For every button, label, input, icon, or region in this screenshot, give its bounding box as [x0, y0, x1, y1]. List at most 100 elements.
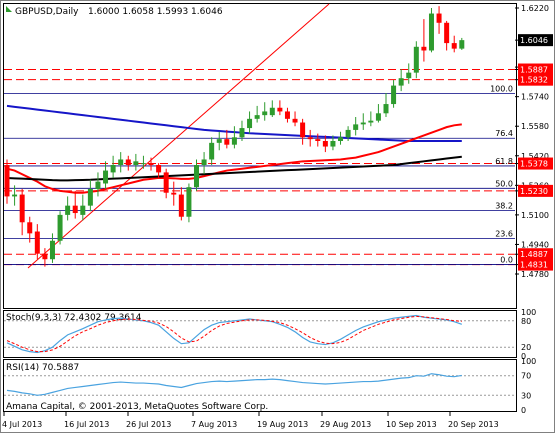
candle-body — [322, 141, 328, 147]
candle-body — [444, 22, 450, 44]
candle-body — [194, 165, 199, 188]
price-label: 1.5740 — [521, 93, 549, 102]
candle-body — [87, 189, 93, 206]
candle-body — [436, 13, 442, 23]
candle-body — [140, 163, 146, 165]
date-label: 7 Aug 2013 — [191, 420, 237, 429]
candle-body — [65, 205, 71, 215]
mt4-chart-window[interactable]: GBPUSD,Daily 1.6000 1.6058 1.5993 1.6046… — [0, 0, 555, 433]
fib-label: 61.8 — [495, 157, 513, 166]
candle-body — [178, 194, 184, 217]
price-tag-label: 1.5832 — [520, 76, 548, 85]
candle-body — [72, 205, 78, 214]
candle-body — [171, 192, 177, 195]
candle-body — [315, 139, 321, 141]
date-label: 20 Sep 2013 — [448, 420, 499, 429]
copyright-text: Amana Capital, © 2001-2013, MetaQuotes S… — [6, 402, 268, 412]
candle-body — [57, 214, 63, 241]
candle-body — [338, 137, 344, 141]
candle-body — [125, 159, 131, 166]
date-label: 19 Aug 2013 — [257, 420, 308, 429]
date-label: 10 Sep 2013 — [386, 420, 437, 429]
candle-body — [110, 165, 116, 173]
chart-header: GBPUSD,Daily 1.6000 1.6058 1.5993 1.6046 — [6, 6, 223, 17]
rsi-axis-label: 100 — [521, 357, 536, 366]
candle-body — [375, 113, 381, 121]
price-tag-label: 1.6046 — [520, 36, 548, 45]
candle-body — [406, 72, 412, 79]
candle-body — [421, 46, 427, 51]
candle-body — [277, 107, 283, 112]
candle-body — [398, 78, 404, 86]
candle-body — [360, 122, 366, 125]
candle-body — [103, 170, 109, 184]
fib-label: 50.0 — [495, 179, 513, 188]
rsi-axis-label: 30 — [521, 391, 531, 400]
candle-body — [262, 111, 268, 116]
candle-body — [80, 205, 86, 215]
price-tag-label: 1.5887 — [520, 66, 548, 75]
candle-body — [209, 142, 215, 160]
candle-body — [368, 120, 374, 123]
price-label: 1.5100 — [521, 211, 549, 220]
date-label: 16 Jul 2013 — [64, 420, 109, 429]
candle-body — [345, 129, 351, 138]
candle-body — [163, 172, 169, 193]
candle-body — [239, 128, 245, 138]
candle-body — [148, 163, 154, 166]
date-label: 26 Jul 2013 — [126, 420, 171, 429]
price-label: 1.6220 — [521, 4, 549, 13]
price-label: 1.4780 — [521, 270, 549, 279]
candle-body — [156, 165, 162, 173]
candle-body — [413, 46, 419, 73]
candle-body — [300, 122, 306, 138]
rsi-title: RSI(14) 70.5887 — [6, 363, 79, 373]
main-price-pane[interactable] — [3, 3, 517, 309]
candle-body — [428, 13, 434, 51]
candle-body — [307, 137, 313, 140]
date-label: 29 Aug 2013 — [320, 420, 371, 429]
candle-body — [186, 187, 192, 217]
candle-body — [49, 240, 55, 260]
price-tag-label: 1.4831 — [520, 261, 548, 270]
candle-body — [118, 159, 124, 166]
candle-body — [459, 40, 465, 49]
date-label: 4 Jul 2013 — [2, 420, 42, 429]
candle-body — [19, 194, 25, 223]
stoch-axis-label: 100 — [521, 308, 536, 317]
candle-body — [292, 118, 298, 123]
candle-body — [254, 115, 260, 119]
symbol-header: GBPUSD,Daily — [15, 7, 79, 17]
candle-body — [353, 124, 359, 130]
fib-label: 23.6 — [495, 229, 513, 238]
candle-body — [4, 165, 10, 197]
price-tag-label: 1.4887 — [520, 250, 548, 259]
rsi-axis-label: 0 — [521, 406, 526, 415]
price-tag-label: 1.5230 — [520, 187, 548, 196]
rsi-axis-label: 70 — [521, 372, 531, 381]
candle-body — [224, 139, 230, 145]
candle-body — [330, 141, 336, 147]
candle-body — [95, 181, 101, 190]
fib-label: 100.0 — [490, 84, 513, 93]
candle-body — [231, 137, 237, 145]
candle-body — [284, 111, 290, 119]
candle-body — [27, 222, 33, 234]
ohlc-header: 1.6000 1.6058 1.5993 1.6046 — [88, 7, 223, 17]
candle-body — [383, 104, 389, 114]
price-label: 1.4940 — [521, 240, 549, 249]
candle-body — [12, 194, 18, 197]
candle-body — [247, 118, 253, 129]
fib-label: 76.4 — [495, 129, 513, 138]
price-tag-label: 1.5378 — [520, 160, 548, 169]
stoch-axis-label: 20 — [521, 343, 531, 352]
candle-body — [42, 253, 48, 260]
candle-body — [216, 139, 222, 143]
candle-body — [34, 231, 40, 254]
price-label: 1.5580 — [521, 122, 549, 131]
candle-body — [269, 107, 275, 116]
fib-label: 0.0 — [500, 256, 513, 265]
candle-body — [391, 85, 397, 105]
candle-body — [133, 161, 139, 166]
candle-body — [451, 43, 457, 49]
